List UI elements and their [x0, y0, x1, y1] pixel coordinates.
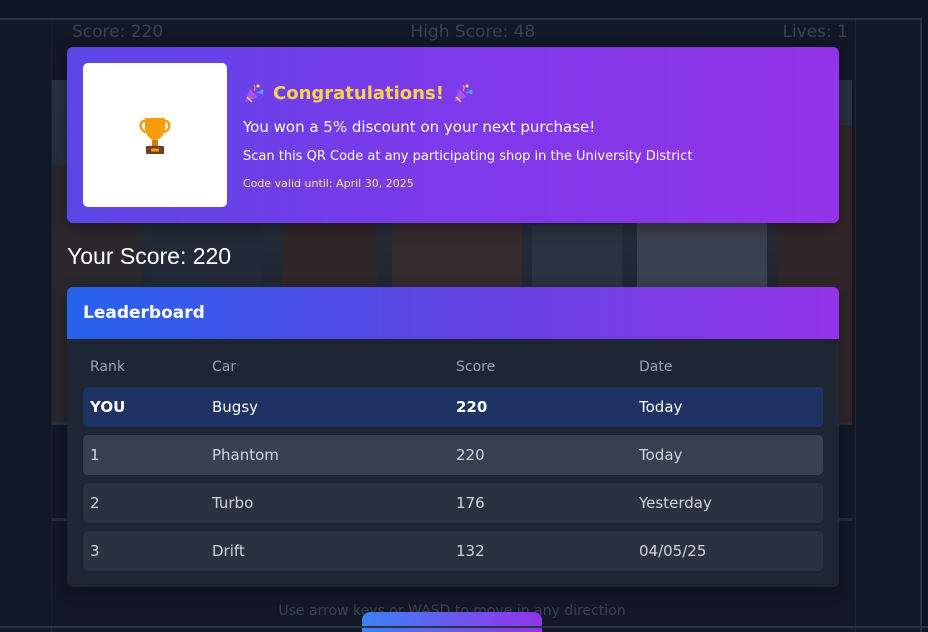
table-row: 3 Drift 132 04/05/25 — [83, 531, 823, 571]
row-date: Today — [639, 446, 683, 464]
leaderboard-panel: Leaderboard Rank Car Score Date YOU Bugs… — [67, 287, 839, 587]
column-header-score: Score — [456, 359, 496, 375]
row-car: Phantom — [212, 446, 279, 464]
row-car: Bugsy — [212, 398, 259, 416]
hud-lives: Lives: 1 — [782, 22, 848, 42]
row-score: 220 — [456, 398, 488, 416]
row-score: 132 — [456, 542, 485, 560]
table-row-you: YOU Bugsy 220 Today — [83, 387, 823, 427]
row-date: Yesterday — [639, 494, 712, 512]
row-rank: 3 — [90, 542, 100, 560]
row-date: Today — [639, 398, 683, 416]
congrats-title: Congratulations! — [243, 82, 474, 104]
party-popper-icon — [453, 84, 473, 103]
row-date: 04/05/25 — [639, 542, 707, 560]
row-rank: YOU — [90, 398, 126, 416]
row-score: 220 — [456, 446, 485, 464]
party-popper-icon — [245, 84, 264, 103]
your-score: Your Score: 220 — [67, 243, 232, 269]
row-car: Drift — [212, 542, 245, 560]
table-row: 1 Phantom 220 Today — [83, 435, 823, 475]
column-header-date: Date — [639, 359, 673, 375]
column-header-car: Car — [212, 359, 237, 375]
table-row: 2 Turbo 176 Yesterday — [83, 483, 823, 523]
row-rank: 1 — [90, 446, 100, 464]
discount-message: You won a 5% discount on your next purch… — [243, 118, 596, 136]
row-car: Turbo — [212, 494, 254, 512]
game-hud: Score: 220 High Score: 48 Lives: 1 — [72, 22, 848, 42]
row-rank: 2 — [90, 494, 100, 512]
column-header-rank: Rank — [90, 359, 125, 375]
qr-instruction: Scan this QR Code at any participating s… — [243, 149, 693, 164]
qr-code — [83, 63, 227, 207]
congratulations-banner: Congratulations! You won a 5% discount o… — [67, 47, 839, 223]
code-valid-until: Code valid until: April 30, 2025 — [243, 177, 414, 190]
hud-high-score: High Score: 48 — [410, 22, 536, 42]
leaderboard-title: Leaderboard — [67, 287, 839, 339]
trophy-icon — [139, 118, 171, 154]
row-score: 176 — [456, 494, 485, 512]
frame-bottom-edge — [0, 626, 928, 628]
hud-score: Score: 220 — [72, 22, 164, 42]
congrats-title-text: Congratulations! — [273, 82, 444, 104]
leaderboard-column-headers: Rank Car Score Date — [83, 359, 823, 377]
play-again-button[interactable] — [362, 612, 542, 632]
